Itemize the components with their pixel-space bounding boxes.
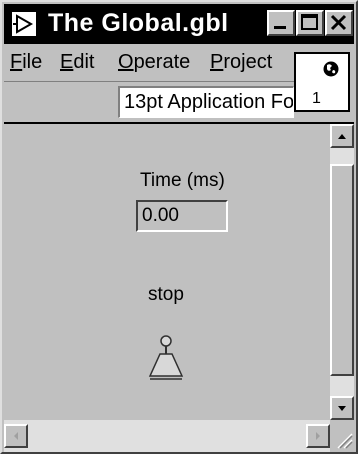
minimize-button[interactable] xyxy=(267,10,295,36)
global-vi-window: The Global.gbl File Edit Operate Project… xyxy=(0,0,358,454)
window-title: The Global.gbl xyxy=(48,9,229,37)
connector-pane[interactable]: 1 xyxy=(294,52,350,112)
title-bar[interactable]: The Global.gbl xyxy=(4,4,354,44)
globe-icon xyxy=(323,61,339,77)
scroll-down-button[interactable] xyxy=(330,396,354,420)
scroll-up-button[interactable] xyxy=(330,124,354,148)
scroll-left-button[interactable] xyxy=(4,424,28,448)
close-button[interactable] xyxy=(325,10,353,36)
menu-edit[interactable]: Edit xyxy=(60,51,94,74)
arrow-left-icon xyxy=(14,432,18,440)
vertical-scroll-thumb[interactable] xyxy=(330,164,354,376)
front-panel: Time (ms) 0.00 stop xyxy=(4,124,330,420)
terminal-count: 1 xyxy=(312,90,321,107)
toolbar: 13pt Application Font xyxy=(4,83,294,121)
stop-toggle-switch[interactable] xyxy=(146,334,186,384)
scroll-right-button[interactable] xyxy=(306,424,330,448)
vertical-scrollbar[interactable] xyxy=(330,124,354,420)
horizontal-scroll-track[interactable] xyxy=(30,424,304,448)
horizontal-scrollbar[interactable] xyxy=(4,420,330,452)
time-numeric-indicator[interactable]: 0.00 xyxy=(136,200,228,232)
menu-operate[interactable]: Operate xyxy=(118,51,190,74)
arrow-up-icon xyxy=(338,134,346,139)
labview-run-icon[interactable] xyxy=(10,10,38,38)
time-label: Time (ms) xyxy=(140,170,225,191)
arrow-right-icon xyxy=(316,432,320,440)
resize-grip[interactable] xyxy=(330,420,354,452)
arrow-down-icon xyxy=(338,406,346,411)
menu-file[interactable]: File xyxy=(10,51,42,74)
menu-bar: File Edit Operate Project xyxy=(4,46,294,82)
resize-grip-icon xyxy=(337,433,353,449)
menu-project[interactable]: Project xyxy=(210,51,272,74)
font-ring[interactable]: 13pt Application Font xyxy=(118,86,294,118)
maximize-button[interactable] xyxy=(296,10,324,36)
stop-label: stop xyxy=(148,284,184,305)
